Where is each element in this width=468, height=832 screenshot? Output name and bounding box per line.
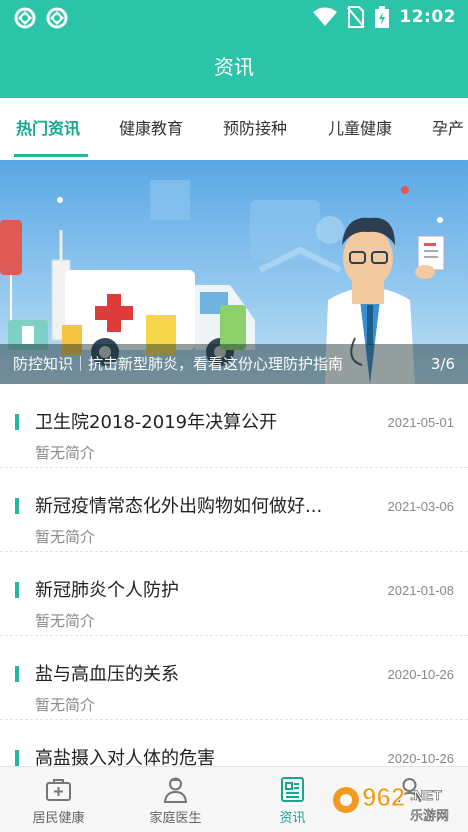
news-marker [15, 582, 19, 598]
nav-family-doctor[interactable]: 家庭医生 [117, 767, 234, 832]
nav-resident-health[interactable]: 居民健康 [0, 767, 117, 832]
news-list: 卫生院2018-2019年决算公开 2021-05-01 暂无简介 新冠疫情常态… [0, 384, 468, 766]
news-date: 2021-03-06 [387, 499, 455, 514]
tab-vaccination[interactable]: 预防接种 [223, 98, 287, 160]
svg-text:.NET: .NET [410, 787, 442, 803]
tab-underline [14, 154, 88, 157]
news-icon [281, 777, 304, 802]
app-notify-icon [46, 7, 68, 29]
news-date: 2020-10-26 [387, 751, 455, 766]
news-marker [15, 498, 19, 514]
news-title: 卫生院2018-2019年决算公开 [35, 412, 278, 433]
site-watermark-logo: 962 .NET 乐游网 [333, 782, 449, 824]
news-date: 2021-01-08 [387, 583, 455, 598]
news-date: 2020-10-26 [387, 667, 455, 682]
doctor-icon [163, 777, 188, 803]
news-date: 2021-05-01 [387, 415, 455, 430]
news-title: 新冠疫情常态化外出购物如何做好... [35, 496, 323, 517]
news-title: 新冠肺炎个人防护 [35, 580, 179, 601]
battery-charging-icon [375, 6, 390, 28]
app-notify-icon [14, 7, 36, 29]
status-bar: 12:02 [0, 0, 468, 36]
news-marker [15, 666, 19, 682]
news-title: 高盐摄入对人体的危害 [35, 748, 215, 766]
news-marker [15, 750, 19, 766]
tab-hot-news[interactable]: 热门资讯 [16, 98, 80, 160]
banner-page-indicator: 3/6 [430, 355, 455, 373]
news-item[interactable]: 新冠疫情常态化外出购物如何做好... 2021-03-06 暂无简介 [0, 468, 468, 552]
news-item[interactable]: 新冠肺炎个人防护 2021-01-08 暂无简介 [0, 552, 468, 636]
category-tabs: 热门资讯 健康教育 预防接种 儿童健康 孕产 [0, 98, 468, 160]
banner-caption: 防控知识｜抗击新型肺炎，看看这份心理防护指南 [13, 355, 344, 373]
news-item[interactable]: 高盐摄入对人体的危害 2020-10-26 [0, 720, 468, 766]
svg-text:乐游网: 乐游网 [410, 809, 449, 824]
banner-caption-bar: 防控知识｜抗击新型肺炎，看看这份心理防护指南 3/6 [0, 344, 468, 384]
tab-child-health[interactable]: 儿童健康 [328, 98, 392, 160]
news-summary: 暂无简介 [35, 696, 96, 714]
banner-carousel[interactable]: 防控知识｜抗击新型肺炎，看看这份心理防护指南 3/6 [0, 160, 468, 384]
news-summary: 暂无简介 [35, 528, 96, 546]
news-marker [15, 414, 19, 430]
status-time: 12:02 [399, 7, 456, 27]
news-summary: 暂无简介 [35, 612, 96, 630]
tab-maternity[interactable]: 孕产 [432, 98, 464, 160]
no-sim-icon [347, 6, 366, 28]
page-title: 资讯 [214, 55, 254, 79]
news-summary: 暂无简介 [35, 444, 96, 462]
nav-label: 家庭医生 [149, 811, 202, 826]
news-title: 盐与高血压的关系 [35, 664, 179, 685]
wifi-icon [313, 7, 338, 26]
title-bar: 资讯 [0, 36, 468, 98]
news-item[interactable]: 盐与高血压的关系 2020-10-26 暂无简介 [0, 636, 468, 720]
svg-text:962: 962 [362, 782, 405, 812]
news-item[interactable]: 卫生院2018-2019年决算公开 2021-05-01 暂无简介 [0, 384, 468, 468]
medical-kit-icon [46, 779, 71, 801]
nav-label: 居民健康 [32, 811, 85, 826]
tab-health-education[interactable]: 健康教育 [119, 98, 183, 160]
